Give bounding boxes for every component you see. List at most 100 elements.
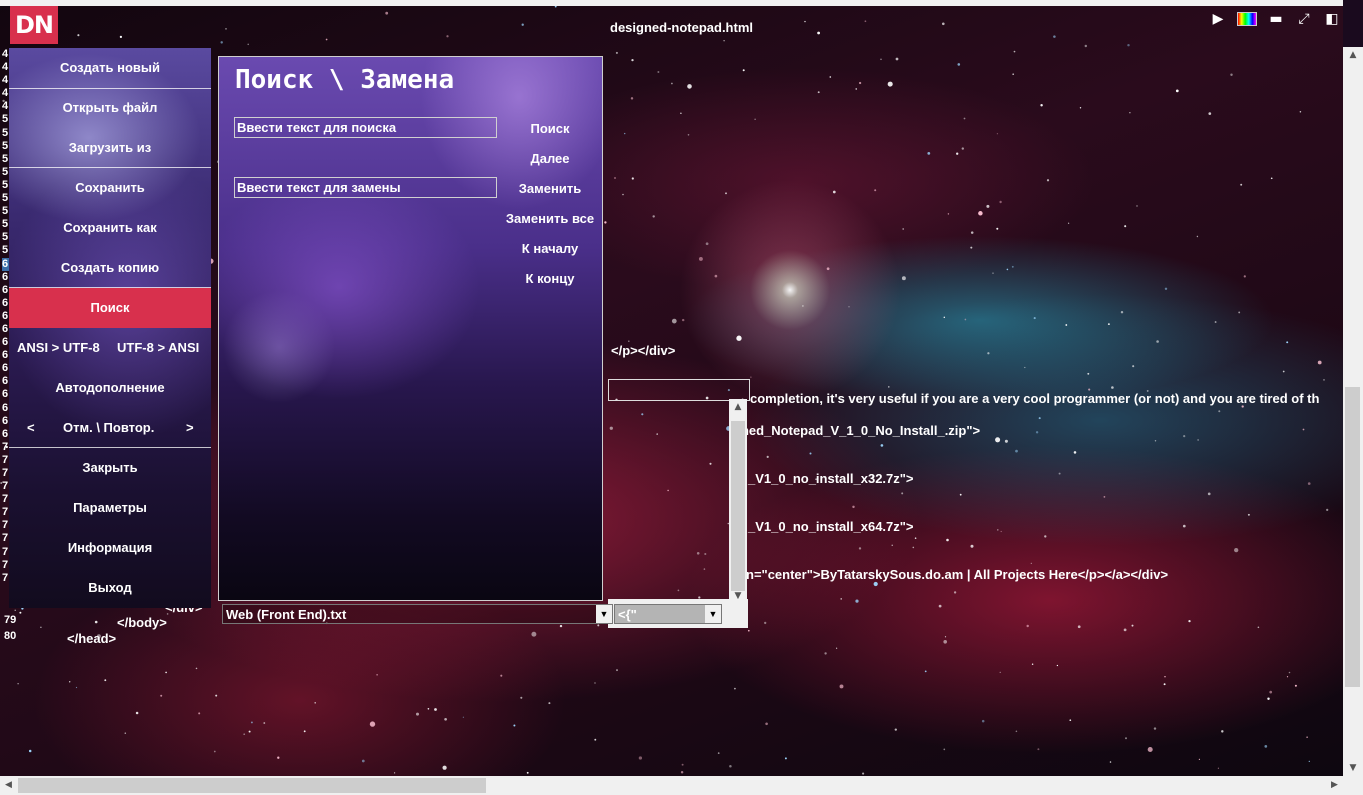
star <box>1286 341 1289 344</box>
code-line[interactable]: _V1_0_no_install_x64.7z"> <box>748 519 914 534</box>
scroll-right-icon[interactable]: ▶ <box>1326 776 1343 795</box>
code-line[interactable]: _V1_0_no_install_x32.7z"> <box>748 471 914 486</box>
star <box>652 215 655 218</box>
undo-arrow-icon[interactable]: < <box>27 408 35 448</box>
menu-item-new[interactable]: Создать новый <box>9 48 211 88</box>
star <box>997 529 999 531</box>
menu-item-load[interactable]: Загрузить из <box>9 128 211 168</box>
star <box>594 682 596 684</box>
star <box>927 152 931 155</box>
star <box>1267 697 1270 701</box>
restore-icon[interactable]: ◧ <box>1323 11 1341 27</box>
utf8-to-ansi-button[interactable]: UTF-8 > ANSI <box>117 328 199 368</box>
menu-item-autocomplete[interactable]: Автодополнение <box>9 368 211 408</box>
star <box>1046 179 1050 182</box>
star <box>840 598 842 600</box>
star <box>1079 107 1082 109</box>
editor-horizontal-scrollbar[interactable]: ◀ ▶ <box>0 776 1363 795</box>
star <box>725 192 727 195</box>
star <box>943 316 946 319</box>
autocomplete-scrollbar[interactable]: ▲ ▼ <box>729 399 747 604</box>
chevron-down-icon[interactable]: ▼ <box>596 605 612 623</box>
color-palette-icon[interactable] <box>1237 12 1257 26</box>
star <box>1015 449 1018 453</box>
star <box>912 546 915 549</box>
menu-item-close[interactable]: Закрыть <box>9 448 211 488</box>
code-line[interactable]: </body> <box>117 615 167 630</box>
menu-item-copy[interactable]: Создать копию <box>9 248 211 288</box>
star <box>1188 619 1191 623</box>
go-to-start-button[interactable]: К началу <box>495 239 605 259</box>
line-number-gutter-bottom: 79 80 <box>4 612 16 644</box>
menu-item-exit[interactable]: Выход <box>9 568 211 608</box>
replace-input[interactable] <box>234 177 497 198</box>
star <box>750 376 752 378</box>
menu-item-save-as[interactable]: Сохранить как <box>9 208 211 248</box>
menu-item-save[interactable]: Сохранить <box>9 168 211 208</box>
search-input[interactable] <box>234 117 497 138</box>
go-to-end-button[interactable]: К концу <box>495 269 605 289</box>
star <box>215 694 218 697</box>
syntax-file-select[interactable]: Web (Front End).txt ▼ <box>222 604 613 624</box>
star <box>809 452 812 455</box>
replace-button[interactable]: Заменить <box>495 179 605 199</box>
star <box>1037 748 1040 751</box>
scroll-down-icon[interactable]: ▼ <box>1343 760 1363 777</box>
star <box>747 629 750 632</box>
scroll-left-icon[interactable]: ◀ <box>0 776 17 795</box>
star <box>631 58 634 62</box>
window-title: designed-notepad.html <box>610 20 753 35</box>
star <box>1198 758 1201 761</box>
menu-item-search[interactable]: Поиск <box>9 288 211 328</box>
scroll-up-icon[interactable]: ▲ <box>1343 47 1363 64</box>
star <box>1012 73 1015 76</box>
star <box>1294 684 1297 687</box>
play-icon[interactable]: ▶ <box>1209 11 1227 27</box>
star <box>901 492 904 495</box>
star <box>416 712 419 716</box>
star <box>874 189 877 192</box>
star <box>513 724 516 727</box>
star <box>444 717 447 721</box>
star <box>943 640 947 644</box>
scroll-thumb[interactable] <box>1345 387 1360 687</box>
find-button[interactable]: Поиск <box>495 119 605 139</box>
code-line[interactable]: n="center">ByTatarskySous.do.am | All Pr… <box>746 567 1168 582</box>
scroll-thumb[interactable] <box>731 421 745 591</box>
ansi-to-utf8-button[interactable]: ANSI > UTF-8 <box>17 328 100 368</box>
minimize-icon[interactable]: ▬ <box>1267 11 1285 27</box>
star <box>1031 663 1034 666</box>
menu-item-info[interactable]: Информация <box>9 528 211 568</box>
star <box>609 426 613 430</box>
scroll-up-icon[interactable]: ▲ <box>729 399 747 415</box>
fullscreen-icon[interactable]: ⤢ <box>1295 11 1313 27</box>
star <box>677 589 680 592</box>
chevron-down-icon[interactable]: ▼ <box>705 605 721 623</box>
redo-arrow-icon[interactable]: > <box>186 408 194 448</box>
star <box>961 147 964 150</box>
star <box>165 671 167 674</box>
star <box>1214 321 1217 323</box>
star <box>855 88 857 90</box>
menu-item-params[interactable]: Параметры <box>9 488 211 528</box>
code-line[interactable]: </head> <box>67 631 116 646</box>
editor-vertical-scrollbar[interactable]: ▲ ▼ <box>1343 47 1363 777</box>
code-line[interactable]: gned_Notepad_V_1_0_No_Install_.zip"> <box>733 423 980 438</box>
code-line[interactable]: completion, it's very useful if you are … <box>750 391 1319 406</box>
menu-item-open[interactable]: Открыть файл <box>9 88 211 128</box>
star <box>714 274 718 278</box>
code-line[interactable]: </p></div> <box>611 343 675 358</box>
scroll-thumb[interactable] <box>18 778 486 793</box>
star <box>1111 386 1114 389</box>
star <box>247 43 249 46</box>
autocomplete-token-select[interactable]: <{" ▼ <box>614 604 722 624</box>
star <box>957 63 961 66</box>
star <box>680 112 682 115</box>
star <box>277 756 280 759</box>
find-next-button[interactable]: Далее <box>495 149 605 169</box>
star <box>1103 496 1106 498</box>
star <box>978 211 983 216</box>
star <box>964 318 967 321</box>
replace-all-button[interactable]: Заменить все <box>495 209 605 229</box>
star <box>1299 111 1302 113</box>
